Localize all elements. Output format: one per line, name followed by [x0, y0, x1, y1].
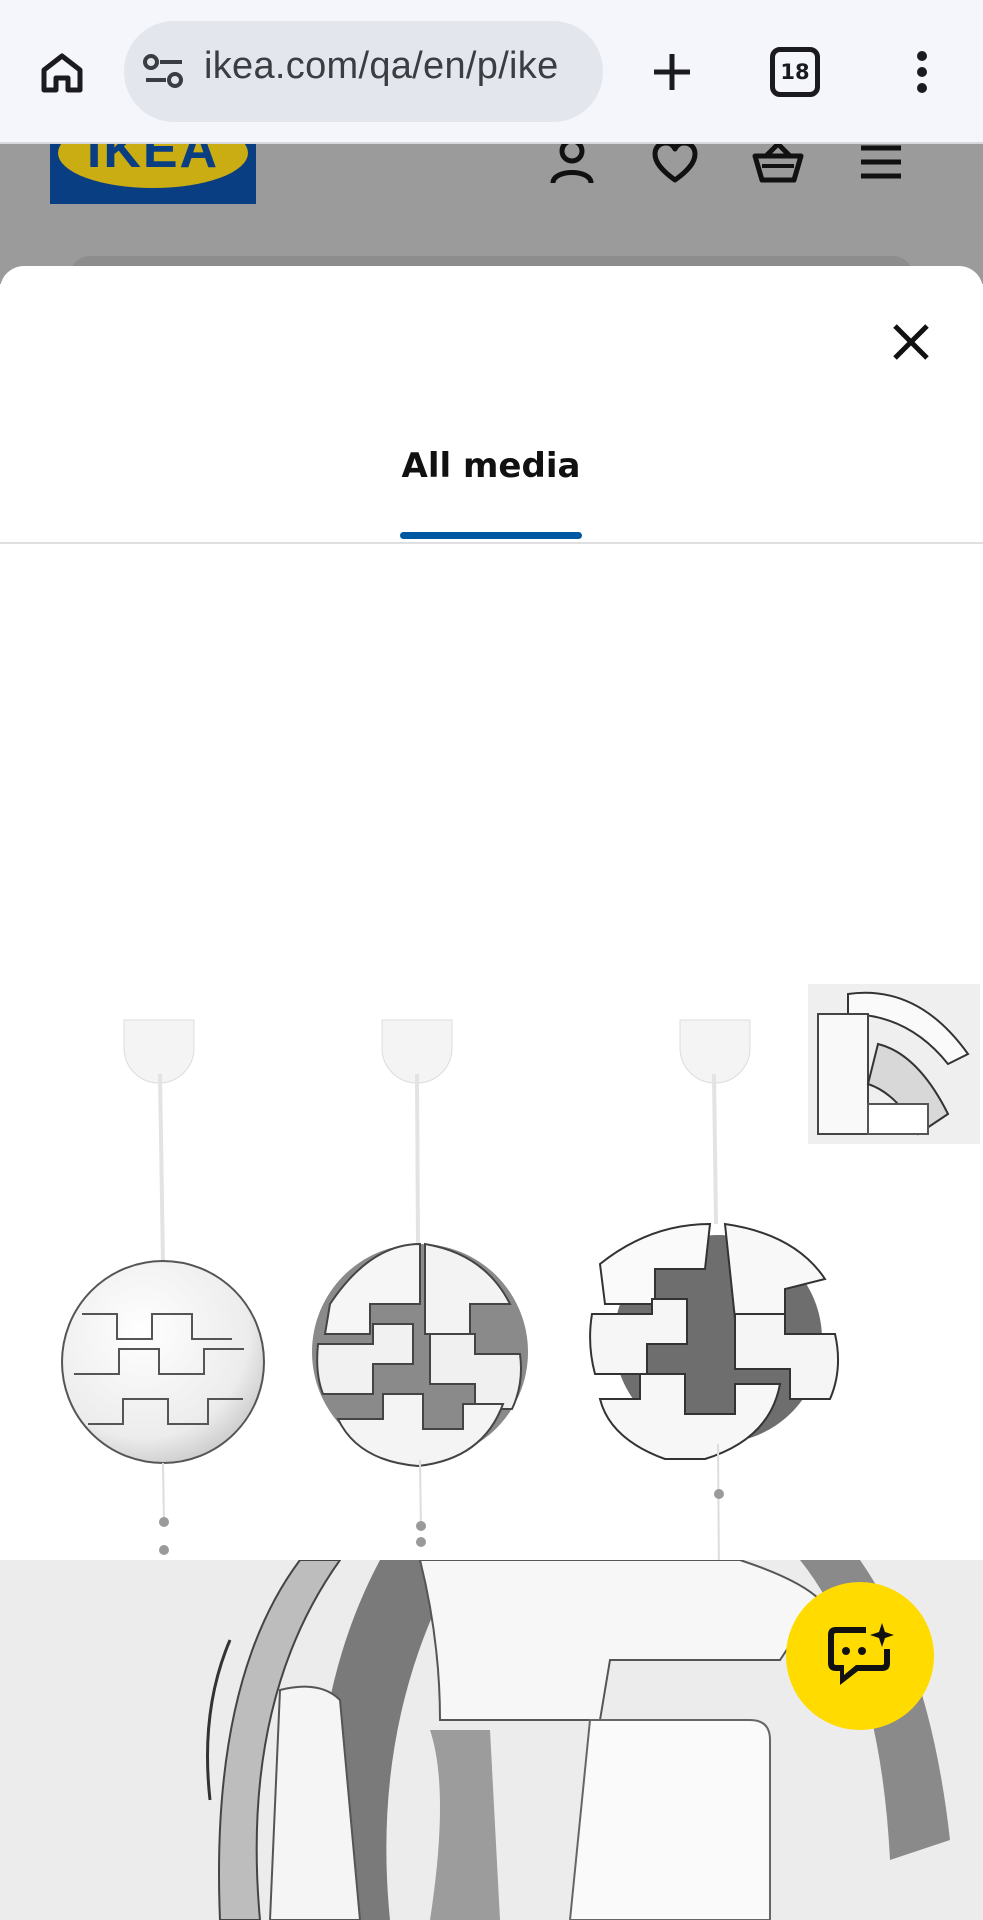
tune-icon[interactable] [142, 51, 186, 91]
tab-all-media[interactable]: All media [391, 446, 591, 506]
ikea-logo[interactable]: IKEA [50, 144, 256, 204]
product-thumbnail[interactable] [808, 984, 980, 1144]
lamp-half-open [312, 1019, 528, 1547]
tab-count: 18 [780, 60, 810, 84]
tab-switcher-button[interactable]: 18 [770, 47, 820, 97]
hamburger-icon [861, 145, 901, 179]
person-icon [550, 138, 594, 184]
browser-toolbar: ikea.com/qa/en/p/ike 18 [0, 0, 983, 144]
lamp-closed [61, 1019, 265, 1555]
home-button[interactable] [30, 40, 94, 104]
basket-icon [752, 141, 804, 183]
url-text[interactable]: ikea.com/qa/en/p/ike [204, 45, 559, 88]
address-bar[interactable]: ikea.com/qa/en/p/ike [124, 21, 603, 122]
more-vert-icon [917, 51, 927, 93]
browser-menu-button[interactable] [898, 40, 946, 104]
plus-icon [654, 54, 690, 90]
assistant-chat-button[interactable] [786, 1582, 934, 1730]
new-tab-button[interactable] [640, 40, 704, 104]
lamp-fully-open [589, 1019, 839, 1560]
close-icon [893, 324, 929, 360]
home-icon [41, 53, 83, 93]
close-button[interactable] [883, 314, 939, 370]
heart-icon [652, 140, 698, 183]
tab-selected-indicator [400, 532, 582, 539]
sparkle-chat-icon [828, 1623, 894, 1685]
logo-text: IKEA [86, 144, 220, 179]
